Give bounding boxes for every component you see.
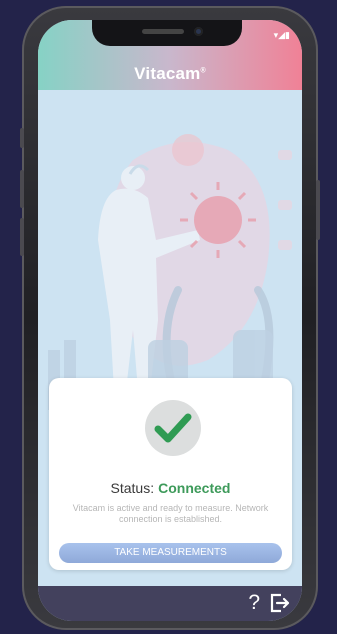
status-description: Vitacam is active and ready to measure. … <box>72 503 269 524</box>
phone-volume-up <box>20 170 24 208</box>
logout-icon[interactable] <box>268 592 290 614</box>
phone-power-button <box>316 180 320 240</box>
connected-check-icon <box>145 400 201 456</box>
app-title-text: Vitacam <box>134 64 201 83</box>
status-label: Status: <box>110 480 155 496</box>
take-measurements-button[interactable]: TAKE MEASUREMENTS <box>59 543 282 563</box>
bottom-bar: ? <box>38 586 302 621</box>
status-icons: ▾◢▮ <box>273 30 290 40</box>
phone-side-button <box>20 128 24 148</box>
app-header: ▾◢▮ Vitacam® <box>38 20 302 90</box>
phone-notch <box>92 20 242 46</box>
phone-volume-down <box>20 218 24 256</box>
connection-status: Status: Connected <box>49 480 292 496</box>
speaker-grille <box>142 29 184 34</box>
front-camera <box>194 27 203 36</box>
app-title: Vitacam® <box>38 64 302 84</box>
status-value: Connected <box>158 480 231 496</box>
trademark-mark: ® <box>200 67 206 75</box>
status-card: Status: Connected Vitacam is active and r… <box>49 378 292 570</box>
phone-screen: ▾◢▮ Vitacam® Status: Connected Vitacam i… <box>38 20 302 621</box>
help-button[interactable]: ? <box>248 590 260 616</box>
